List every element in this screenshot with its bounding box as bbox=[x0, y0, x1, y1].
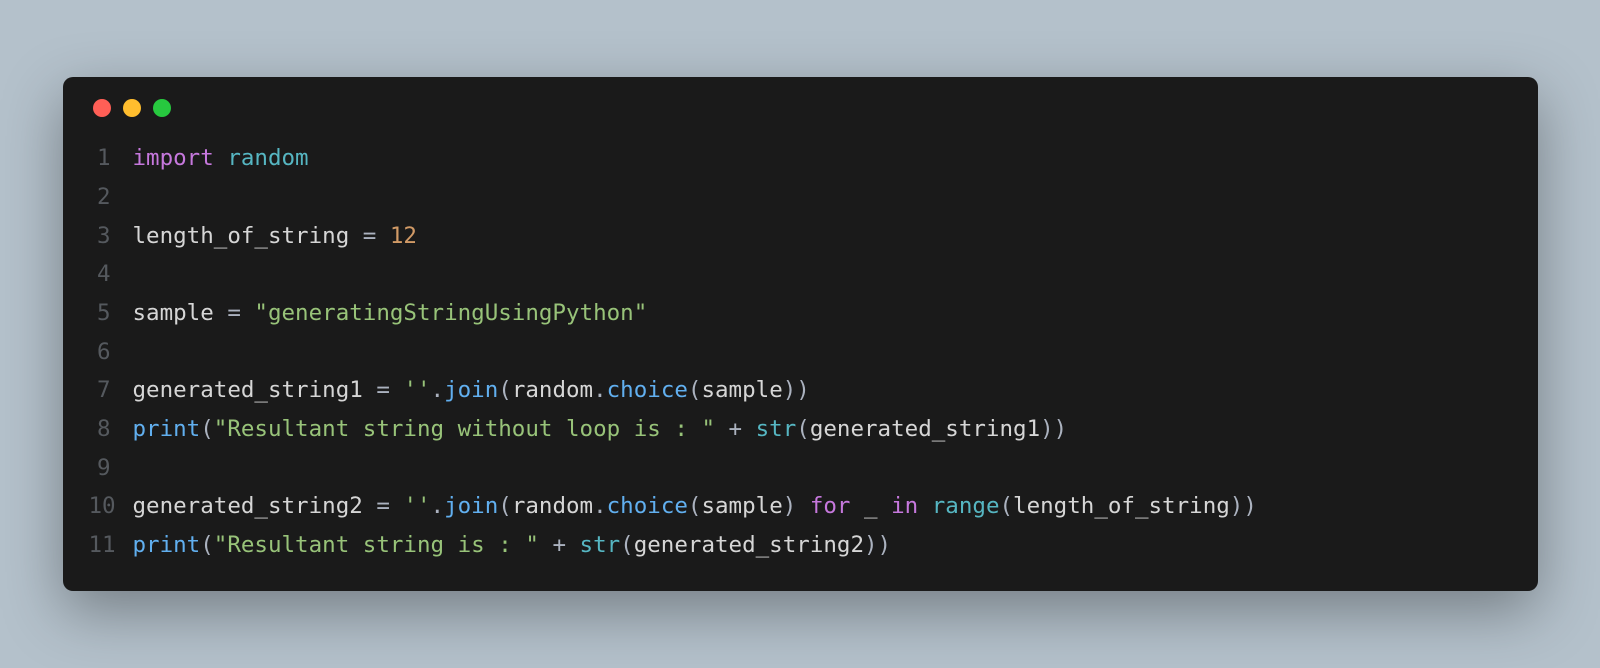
identifier: length_of_string bbox=[1013, 493, 1230, 519]
code-content: print("Resultant string is : " + str(gen… bbox=[133, 526, 1512, 565]
string-literal: "Resultant string without loop is : " bbox=[214, 416, 715, 442]
minimize-icon[interactable] bbox=[123, 99, 141, 117]
window-traffic-lights bbox=[89, 99, 1512, 117]
punctuation: )) bbox=[1230, 493, 1257, 519]
identifier: sample bbox=[701, 377, 782, 403]
punctuation: ( bbox=[200, 532, 214, 558]
code-line: 5 sample = "generatingStringUsingPython" bbox=[89, 294, 1512, 333]
punctuation: )) bbox=[1040, 416, 1067, 442]
code-line: 9 bbox=[89, 449, 1512, 488]
keyword-in: in bbox=[891, 493, 918, 519]
string-literal: '' bbox=[403, 493, 430, 519]
code-window: 1 import random 2 3 length_of_string = 1… bbox=[63, 77, 1538, 591]
string-literal: "Resultant string is : " bbox=[214, 532, 539, 558]
punctuation: ( bbox=[796, 416, 810, 442]
string-literal: "generatingStringUsingPython" bbox=[254, 300, 647, 326]
identifier: sample bbox=[701, 493, 782, 519]
code-line: 10 generated_string2 = ''.join(random.ch… bbox=[89, 487, 1512, 526]
code-line: 6 bbox=[89, 333, 1512, 372]
punctuation: ( bbox=[688, 377, 702, 403]
punctuation: . bbox=[431, 377, 445, 403]
code-line: 4 bbox=[89, 255, 1512, 294]
identifier: random bbox=[512, 377, 593, 403]
punctuation: . bbox=[593, 377, 607, 403]
code-content bbox=[133, 178, 1512, 217]
identifier: generated_string1 bbox=[810, 416, 1040, 442]
code-line: 11 print("Resultant string is : " + str(… bbox=[89, 526, 1512, 565]
punctuation: . bbox=[593, 493, 607, 519]
punctuation: ( bbox=[498, 493, 512, 519]
line-number: 6 bbox=[89, 333, 133, 372]
keyword-import: import bbox=[133, 145, 214, 171]
identifier: _ bbox=[864, 493, 878, 519]
code-content bbox=[133, 333, 1512, 372]
close-icon[interactable] bbox=[93, 99, 111, 117]
builtin-print: print bbox=[133, 532, 201, 558]
punctuation: ( bbox=[200, 416, 214, 442]
punctuation: ) bbox=[783, 493, 797, 519]
code-content: generated_string1 = ''.join(random.choic… bbox=[133, 371, 1512, 410]
code-editor[interactable]: 1 import random 2 3 length_of_string = 1… bbox=[89, 139, 1512, 565]
builtin-str: str bbox=[756, 416, 797, 442]
operator: + bbox=[552, 532, 566, 558]
builtin-str: str bbox=[580, 532, 621, 558]
keyword-for: for bbox=[810, 493, 851, 519]
line-number: 1 bbox=[89, 139, 133, 178]
code-line: 2 bbox=[89, 178, 1512, 217]
function-call: choice bbox=[607, 377, 688, 403]
line-number: 10 bbox=[89, 487, 133, 526]
code-content: import random bbox=[133, 139, 1512, 178]
punctuation: ( bbox=[498, 377, 512, 403]
function-call: join bbox=[444, 493, 498, 519]
identifier: generated_string2 bbox=[634, 532, 864, 558]
identifier: sample bbox=[133, 300, 214, 326]
identifier: generated_string2 bbox=[133, 493, 363, 519]
builtin-print: print bbox=[133, 416, 201, 442]
operator: = bbox=[363, 223, 377, 249]
line-number: 2 bbox=[89, 178, 133, 217]
code-content bbox=[133, 255, 1512, 294]
code-line: 8 print("Resultant string without loop i… bbox=[89, 410, 1512, 449]
punctuation: ( bbox=[1000, 493, 1014, 519]
line-number: 7 bbox=[89, 371, 133, 410]
operator: = bbox=[376, 377, 390, 403]
code-line: 1 import random bbox=[89, 139, 1512, 178]
punctuation: )) bbox=[864, 532, 891, 558]
identifier: generated_string1 bbox=[133, 377, 363, 403]
string-literal: '' bbox=[403, 377, 430, 403]
code-content: print("Resultant string without loop is … bbox=[133, 410, 1512, 449]
punctuation: )) bbox=[783, 377, 810, 403]
code-content: generated_string2 = ''.join(random.choic… bbox=[133, 487, 1512, 526]
punctuation: ( bbox=[620, 532, 634, 558]
line-number: 11 bbox=[89, 526, 133, 565]
code-content bbox=[133, 449, 1512, 488]
code-content: length_of_string = 12 bbox=[133, 217, 1512, 256]
punctuation: . bbox=[431, 493, 445, 519]
code-content: sample = "generatingStringUsingPython" bbox=[133, 294, 1512, 333]
identifier: length_of_string bbox=[133, 223, 350, 249]
line-number: 5 bbox=[89, 294, 133, 333]
zoom-icon[interactable] bbox=[153, 99, 171, 117]
line-number: 3 bbox=[89, 217, 133, 256]
builtin-range: range bbox=[932, 493, 1000, 519]
function-call: join bbox=[444, 377, 498, 403]
module-random: random bbox=[227, 145, 308, 171]
line-number: 4 bbox=[89, 255, 133, 294]
number-literal: 12 bbox=[390, 223, 417, 249]
code-line: 7 generated_string1 = ''.join(random.cho… bbox=[89, 371, 1512, 410]
code-line: 3 length_of_string = 12 bbox=[89, 217, 1512, 256]
punctuation: ( bbox=[688, 493, 702, 519]
line-number: 9 bbox=[89, 449, 133, 488]
identifier: random bbox=[512, 493, 593, 519]
operator: + bbox=[729, 416, 743, 442]
line-number: 8 bbox=[89, 410, 133, 449]
function-call: choice bbox=[607, 493, 688, 519]
operator: = bbox=[376, 493, 390, 519]
operator: = bbox=[227, 300, 241, 326]
